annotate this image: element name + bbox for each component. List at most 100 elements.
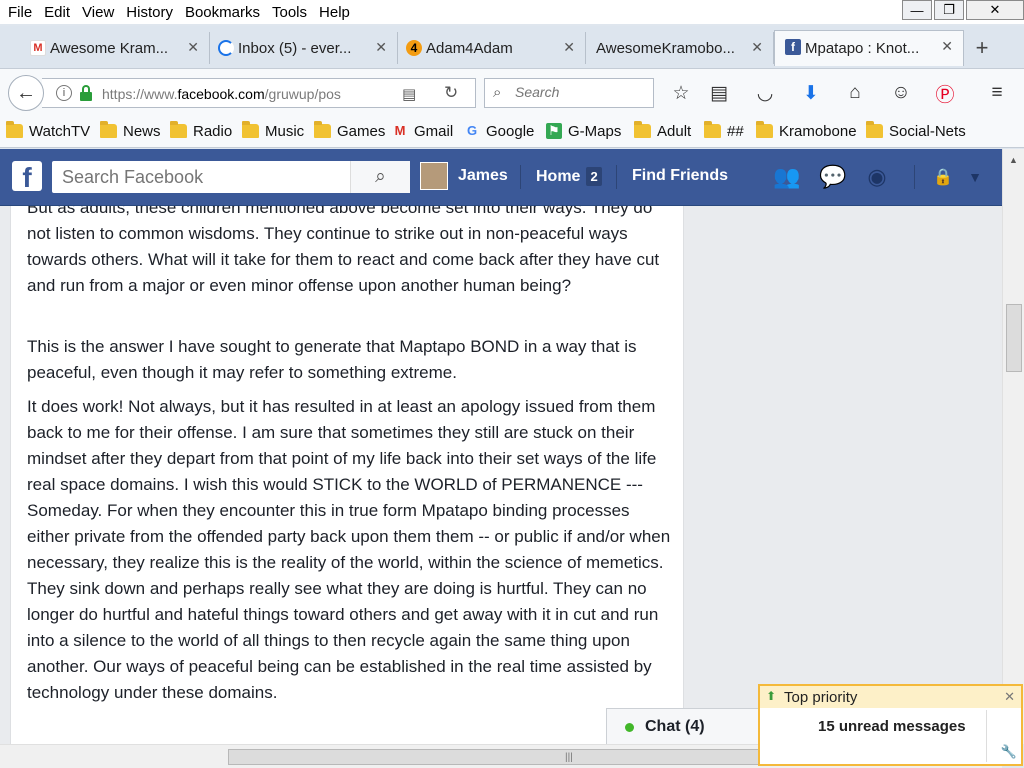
- bookmarks-bar: WatchTV News Radio Music Games M Gmail GG…: [0, 114, 1024, 148]
- menu-bar: File Edit View History Bookmarks Tools H…: [0, 0, 1024, 24]
- chevron-down-icon[interactable]: ▼: [960, 163, 990, 191]
- search-box[interactable]: ⌕: [484, 78, 654, 108]
- emoji-icon[interactable]: ☺: [888, 80, 914, 106]
- close-tab-icon[interactable]: ✕: [375, 39, 387, 56]
- search-icon[interactable]: ⌕: [350, 161, 410, 193]
- close-tab-icon[interactable]: ✕: [751, 39, 763, 56]
- bookmark-news[interactable]: News: [100, 121, 161, 140]
- info-icon[interactable]: i: [56, 85, 72, 101]
- bookmark-gmail[interactable]: M Gmail: [392, 122, 454, 140]
- facebook-header: f ⌕ James Home2 Find Friends 👥 💬 ◉ 🔒 ▼: [0, 149, 1002, 206]
- reload-icon[interactable]: ↻: [444, 83, 458, 103]
- messages-icon[interactable]: 💬: [818, 163, 848, 191]
- tab-mpatapo[interactable]: f Mpatapo : Knot... ✕: [774, 30, 964, 66]
- folder-icon: [100, 121, 117, 138]
- wrench-icon[interactable]: 🔧: [1001, 744, 1017, 760]
- online-status-icon: [625, 723, 634, 732]
- divider: [616, 165, 617, 189]
- close-icon[interactable]: ✕: [1004, 689, 1015, 705]
- download-icon[interactable]: ⬇: [798, 80, 824, 106]
- lock-icon[interactable]: [80, 85, 92, 101]
- avatar[interactable]: [420, 162, 448, 190]
- facebook-search-box[interactable]: ⌕: [52, 161, 410, 193]
- divider: [914, 165, 915, 189]
- menu-view[interactable]: View: [82, 4, 114, 21]
- chat-bar[interactable]: Chat (4): [606, 708, 760, 744]
- bookmark-adult[interactable]: Adult: [634, 121, 691, 140]
- notification-title: Top priority: [784, 689, 858, 706]
- tab-label: Awesome Kram...: [50, 39, 169, 57]
- bookmark-kramobone[interactable]: Kramobone: [756, 121, 857, 140]
- bookmark-gmaps[interactable]: ⚑ G-Maps: [546, 122, 621, 140]
- close-tab-icon[interactable]: ✕: [563, 39, 575, 56]
- menu-bookmarks[interactable]: Bookmarks: [185, 4, 260, 21]
- scrollbar-thumb[interactable]: [1006, 304, 1022, 372]
- post-paragraph: It does work! Not always, but it has res…: [27, 397, 671, 702]
- menu-tools[interactable]: Tools: [272, 4, 307, 21]
- facebook-icon: f: [785, 39, 801, 55]
- friend-requests-icon[interactable]: 👥: [772, 163, 802, 191]
- google-icon: G: [466, 123, 478, 138]
- bookmark-music[interactable]: Music: [242, 121, 304, 140]
- tab-awesomekramobone[interactable]: AwesomeKramobo... ✕: [584, 32, 774, 64]
- maps-icon: ⚑: [546, 123, 562, 139]
- home-icon[interactable]: ⌂: [842, 80, 868, 106]
- home-link[interactable]: Home 2: [536, 167, 602, 186]
- bookmark-watchtv[interactable]: WatchTV: [6, 121, 90, 140]
- tab-gmail[interactable]: M Awesome Kram... ✕: [20, 32, 210, 64]
- address-bar[interactable]: i https://www.facebook.com/gruwup/pos ▤ …: [42, 78, 476, 108]
- chat-label: Chat (4): [645, 718, 705, 735]
- folder-icon: [866, 121, 883, 138]
- pinterest-icon[interactable]: Ⓟ: [932, 80, 958, 106]
- folder-icon: [314, 121, 331, 138]
- close-tab-icon[interactable]: ✕: [187, 39, 199, 56]
- bookmark-hash[interactable]: ##: [704, 121, 744, 140]
- folder-icon: [170, 121, 187, 138]
- divider: [986, 710, 987, 762]
- close-tab-icon[interactable]: ✕: [941, 38, 953, 55]
- facebook-logo-icon[interactable]: f: [12, 161, 42, 191]
- notification-popup[interactable]: ⬆ Top priority ✕ 15 unread messages 🔧: [758, 684, 1023, 766]
- vertical-scrollbar[interactable]: ▲: [1002, 149, 1024, 744]
- bookmark-games[interactable]: Games: [314, 121, 385, 140]
- menu-help[interactable]: Help: [319, 4, 350, 21]
- notifications-globe-icon[interactable]: ◉: [862, 163, 892, 191]
- menu-history[interactable]: History: [126, 4, 173, 21]
- find-friends-link[interactable]: Find Friends: [632, 167, 728, 185]
- scroll-up-icon[interactable]: ▲: [1003, 151, 1024, 169]
- bookmark-google[interactable]: G Google: [464, 122, 534, 140]
- back-button[interactable]: ←: [8, 75, 44, 111]
- gmail-icon: M: [30, 40, 46, 56]
- minimize-button[interactable]: —: [902, 0, 932, 20]
- folder-icon: [242, 121, 259, 138]
- folder-icon: [634, 121, 651, 138]
- facebook-search-input[interactable]: [62, 167, 342, 188]
- privacy-shortcuts-icon[interactable]: 🔒: [928, 163, 958, 191]
- bookmarks-list-icon[interactable]: ▤: [706, 80, 732, 106]
- star-icon[interactable]: ☆: [668, 80, 694, 106]
- reader-view-icon[interactable]: ▤: [402, 85, 416, 103]
- post-body: But as adults, these children mentioned …: [10, 206, 684, 744]
- tab-label: Mpatapo : Knot...: [805, 40, 920, 57]
- search-icon: ⌕: [493, 84, 502, 101]
- close-window-button[interactable]: ✕: [966, 0, 1024, 20]
- profile-link[interactable]: James: [458, 167, 508, 185]
- menu-file[interactable]: File: [8, 4, 32, 21]
- adam4adam-icon: 4: [406, 40, 422, 56]
- new-tab-button[interactable]: +: [966, 34, 998, 62]
- folder-icon: [6, 121, 23, 138]
- tab-inbox[interactable]: Inbox (5) - ever... ✕: [208, 32, 398, 64]
- notification-message[interactable]: 15 unread messages: [818, 718, 966, 735]
- pocket-icon[interactable]: ◡: [752, 80, 778, 106]
- tab-adam4adam[interactable]: 4 Adam4Adam ✕: [396, 32, 586, 64]
- menu-edit[interactable]: Edit: [44, 4, 70, 21]
- bookmark-radio[interactable]: Radio: [170, 121, 232, 140]
- url-text[interactable]: https://www.facebook.com/gruwup/pos: [102, 86, 370, 102]
- tab-label: AwesomeKramobo...: [596, 39, 735, 57]
- folder-icon: [756, 121, 773, 138]
- inbox-icon: [218, 40, 234, 56]
- restore-button[interactable]: ❐: [934, 0, 964, 20]
- bookmark-social-nets[interactable]: Social-Nets: [866, 121, 966, 140]
- search-input[interactable]: [515, 84, 645, 100]
- hamburger-menu-icon[interactable]: ≡: [984, 80, 1010, 106]
